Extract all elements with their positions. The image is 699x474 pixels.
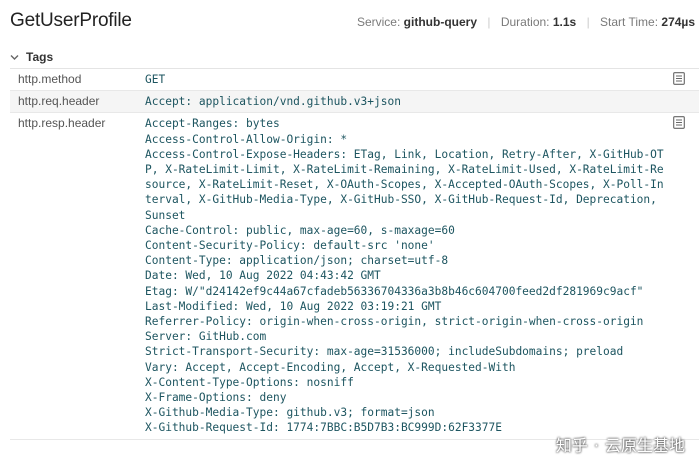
copy-icon[interactable] — [673, 116, 685, 130]
start-time-label: Start Time: — [600, 15, 659, 29]
copy-icon[interactable] — [673, 72, 685, 85]
span-header: GetUserProfile Service: github-query | D… — [0, 0, 699, 44]
tag-value: GET — [145, 73, 166, 86]
tag-row-http-resp-header: http.resp.header Accept-Ranges: bytes Ac… — [10, 113, 699, 440]
watermark-left: 知乎 — [555, 436, 588, 455]
tag-value: Accept-Ranges: bytes Access-Control-Allo… — [145, 117, 664, 435]
meta-divider: | — [487, 15, 491, 29]
tag-key: http.resp.header — [18, 116, 106, 131]
chevron-down-icon — [10, 50, 22, 64]
duration-label: Duration: — [500, 15, 550, 29]
service-label: Service: — [356, 15, 401, 29]
watermark-right: 云原生基地 — [604, 436, 685, 455]
watermark: 知乎 · 云原生基地 — [556, 432, 685, 456]
tag-row-http-req-header: http.req.header Accept: application/vnd.… — [10, 91, 699, 114]
watermark-divider: · — [593, 436, 599, 455]
tags-label: Tags — [26, 50, 54, 64]
service-value: github-query — [403, 15, 477, 29]
span-title: GetUserProfile — [10, 10, 132, 31]
span-meta: Service: github-query | Duration: 1.1s |… — [357, 15, 695, 29]
start-time-value: 274µs — [661, 15, 695, 29]
tags-toggle[interactable]: Tags — [10, 50, 53, 64]
meta-divider: | — [586, 15, 590, 29]
tag-row-http-method: http.method GET — [10, 69, 699, 92]
tags-table: http.method GET http.req.header Accept: … — [10, 68, 699, 440]
duration-value: 1.1s — [552, 15, 577, 29]
tag-value: Accept: application/vnd.github.v3+json — [145, 95, 401, 109]
tag-key: http.method — [18, 72, 82, 86]
tag-key: http.req.header — [18, 94, 100, 109]
